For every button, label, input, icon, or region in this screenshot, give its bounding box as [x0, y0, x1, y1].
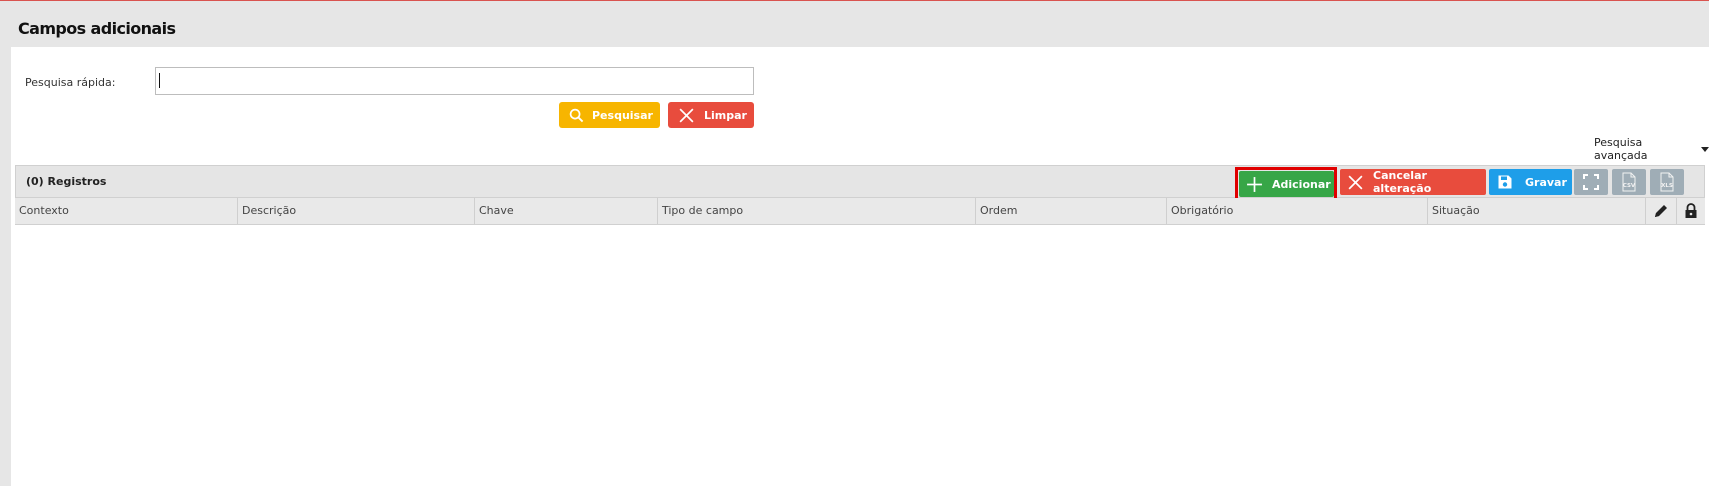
column-header-chave[interactable]: Chave: [475, 198, 658, 224]
plus-icon: [1247, 176, 1262, 192]
save-button[interactable]: Gravar: [1489, 169, 1572, 195]
left-sidebar-strip: [0, 47, 11, 486]
advanced-search-label: Pesquisa avançada: [1594, 136, 1648, 162]
column-header-obrigatorio[interactable]: Obrigatório: [1167, 198, 1428, 224]
quick-search-input[interactable]: [155, 67, 754, 95]
edit-column-header[interactable]: [1646, 198, 1677, 224]
grid-column-headers: Contexto Descrição Chave Tipo de campo O…: [15, 198, 1705, 225]
column-header-tipo-de-campo[interactable]: Tipo de campo: [658, 198, 976, 224]
close-icon: [679, 108, 694, 122]
cancel-changes-button[interactable]: Cancelar alteração: [1340, 169, 1486, 195]
svg-text:XLS: XLS: [1661, 183, 1673, 189]
records-count: (0) Registros: [26, 175, 107, 188]
export-xls-button[interactable]: XLS: [1650, 169, 1684, 195]
xls-file-icon: XLS: [1660, 172, 1674, 192]
text-caret: [159, 73, 160, 88]
cancel-changes-button-label: Cancelar alteração: [1373, 169, 1432, 195]
clear-button[interactable]: Limpar: [668, 102, 754, 128]
fullscreen-button[interactable]: [1574, 169, 1608, 195]
export-csv-button[interactable]: CSV: [1612, 169, 1646, 195]
lock-column-header[interactable]: [1677, 198, 1705, 224]
column-header-contexto[interactable]: Contexto: [15, 198, 238, 224]
add-button-label: Adicionar: [1272, 177, 1331, 191]
advanced-search-toggle[interactable]: Pesquisa avançada: [1594, 136, 1709, 162]
search-button[interactable]: Pesquisar: [559, 102, 660, 128]
svg-text:CSV: CSV: [1623, 183, 1636, 189]
clear-button-label: Limpar: [704, 108, 747, 122]
search-button-label: Pesquisar: [592, 108, 653, 122]
csv-file-icon: CSV: [1622, 172, 1636, 192]
save-button-label: Gravar: [1525, 175, 1567, 189]
page-title: Campos adicionais: [18, 19, 176, 38]
pencil-icon: [1655, 205, 1667, 217]
add-button[interactable]: Adicionar: [1239, 171, 1334, 197]
close-icon: [1348, 175, 1363, 189]
fullscreen-icon: [1583, 174, 1599, 190]
lock-icon: [1685, 203, 1697, 218]
column-header-ordem[interactable]: Ordem: [976, 198, 1167, 224]
column-header-situacao[interactable]: Situação: [1428, 198, 1646, 224]
quick-search-label: Pesquisa rápida:: [25, 76, 116, 89]
floppy-disk-icon: [1498, 175, 1512, 189]
caret-down-icon: [1701, 146, 1709, 152]
search-icon: [569, 108, 584, 122]
page-header: [0, 1, 1709, 47]
column-header-descricao[interactable]: Descrição: [238, 198, 475, 224]
